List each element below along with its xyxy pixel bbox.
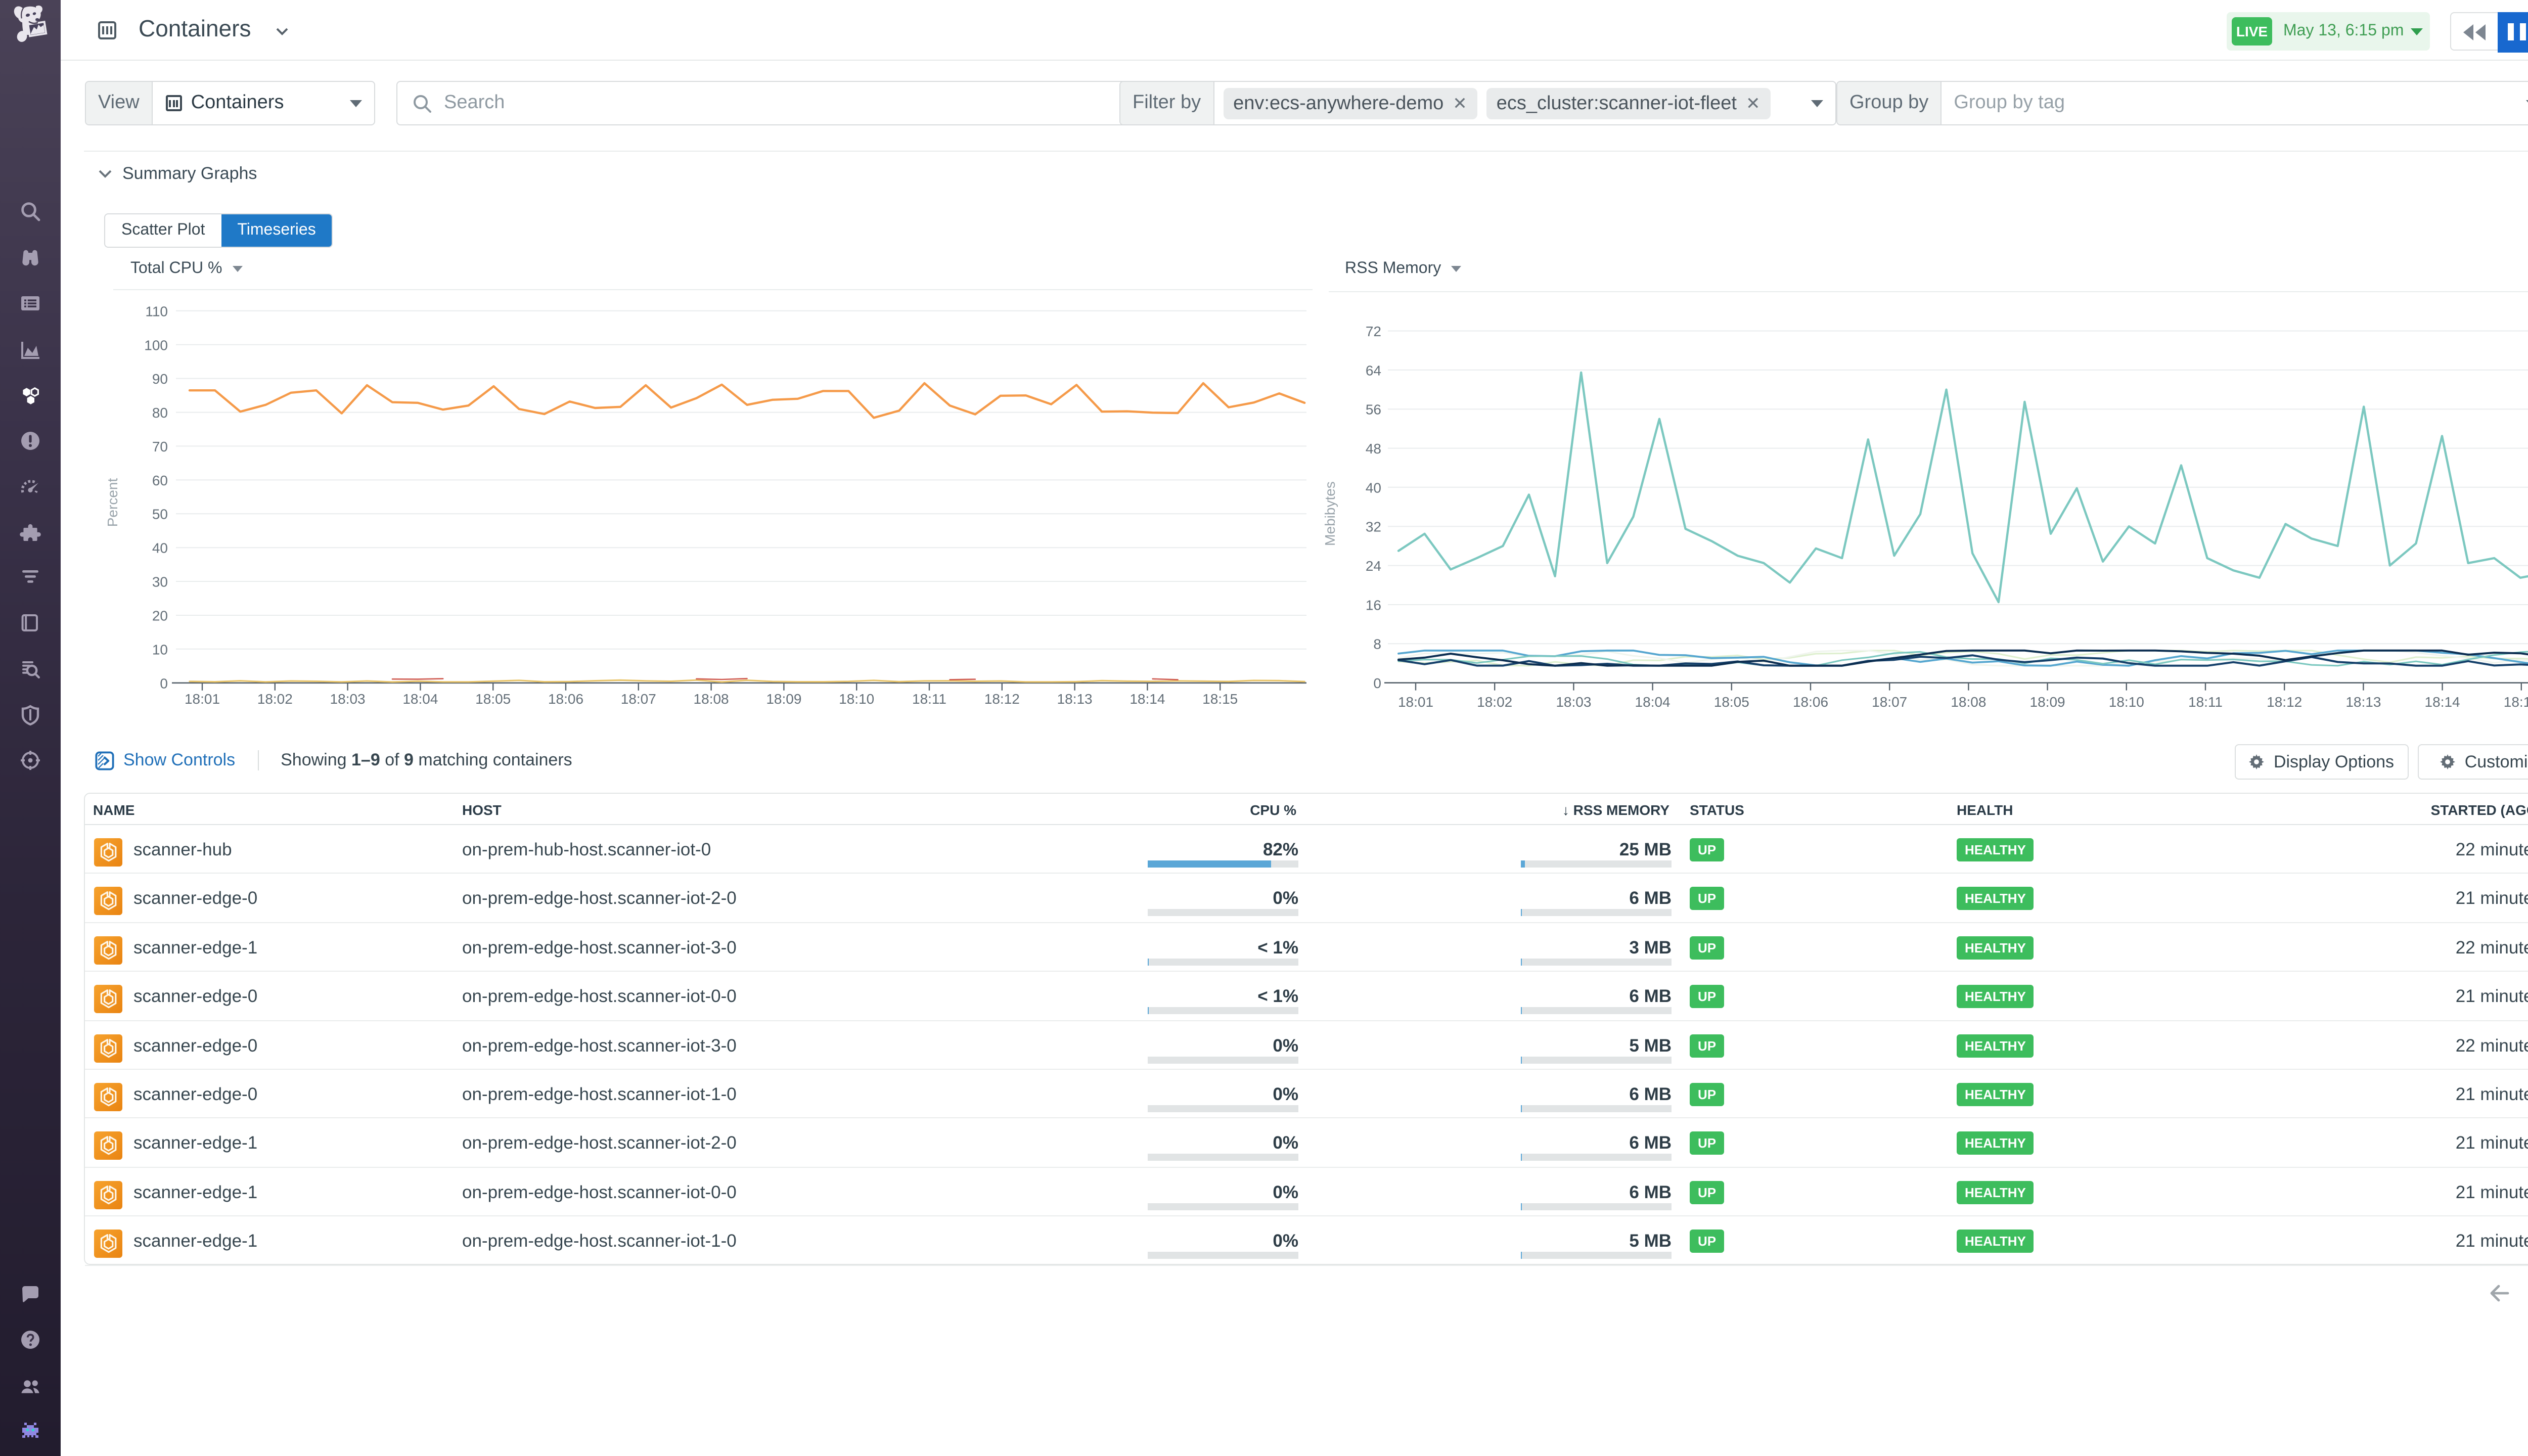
- svg-text:18:14: 18:14: [1130, 691, 1165, 707]
- svg-text:100: 100: [144, 337, 168, 353]
- svg-text:18:04: 18:04: [402, 691, 438, 707]
- svg-text:8: 8: [1373, 636, 1381, 652]
- svg-text:80: 80: [152, 405, 168, 421]
- svg-text:90: 90: [152, 371, 168, 387]
- svg-text:Percent: Percent: [105, 478, 120, 527]
- svg-text:0: 0: [160, 675, 168, 691]
- svg-text:18:03: 18:03: [330, 691, 366, 707]
- svg-text:18:14: 18:14: [2425, 694, 2460, 710]
- svg-text:18:08: 18:08: [694, 691, 729, 707]
- svg-text:48: 48: [1366, 441, 1381, 457]
- svg-text:18:08: 18:08: [1951, 694, 1986, 710]
- svg-text:18:01: 18:01: [1398, 694, 1433, 710]
- svg-text:18:12: 18:12: [984, 691, 1020, 707]
- svg-text:18:06: 18:06: [1793, 694, 1828, 710]
- svg-text:18:04: 18:04: [1635, 694, 1671, 710]
- svg-text:56: 56: [1366, 402, 1381, 418]
- svg-text:Mebibytes: Mebibytes: [1322, 481, 1338, 546]
- svg-text:18:13: 18:13: [2345, 694, 2381, 710]
- svg-text:72: 72: [1366, 324, 1381, 339]
- svg-text:18:05: 18:05: [1714, 694, 1749, 710]
- svg-text:18:06: 18:06: [548, 691, 583, 707]
- svg-text:18:09: 18:09: [2030, 694, 2065, 710]
- svg-text:110: 110: [145, 303, 168, 319]
- svg-text:18:15: 18:15: [1202, 691, 1238, 707]
- svg-text:18:01: 18:01: [185, 691, 220, 707]
- svg-text:32: 32: [1366, 519, 1381, 535]
- svg-text:18:02: 18:02: [257, 691, 293, 707]
- svg-text:64: 64: [1366, 362, 1381, 378]
- svg-text:18:12: 18:12: [2267, 694, 2302, 710]
- svg-text:20: 20: [152, 608, 168, 624]
- svg-text:18:07: 18:07: [1872, 694, 1907, 710]
- svg-text:18:10: 18:10: [2109, 694, 2144, 710]
- svg-text:16: 16: [1366, 598, 1381, 613]
- svg-text:30: 30: [152, 574, 168, 590]
- svg-text:0: 0: [1373, 675, 1381, 691]
- svg-text:18:02: 18:02: [1477, 694, 1512, 710]
- svg-text:18:15: 18:15: [2504, 694, 2528, 710]
- svg-text:18:07: 18:07: [621, 691, 656, 707]
- svg-text:60: 60: [152, 473, 168, 488]
- svg-text:18:11: 18:11: [2188, 694, 2223, 710]
- svg-text:50: 50: [152, 507, 168, 522]
- svg-text:70: 70: [152, 439, 168, 454]
- svg-text:18:03: 18:03: [1556, 694, 1591, 710]
- svg-text:40: 40: [1366, 480, 1381, 495]
- svg-text:18:05: 18:05: [475, 691, 511, 707]
- svg-text:18:11: 18:11: [912, 691, 946, 707]
- svg-text:18:09: 18:09: [766, 691, 801, 707]
- svg-text:10: 10: [152, 642, 168, 657]
- svg-text:24: 24: [1366, 558, 1381, 574]
- svg-text:40: 40: [152, 540, 168, 556]
- svg-text:18:13: 18:13: [1057, 691, 1093, 707]
- svg-text:18:10: 18:10: [839, 691, 874, 707]
